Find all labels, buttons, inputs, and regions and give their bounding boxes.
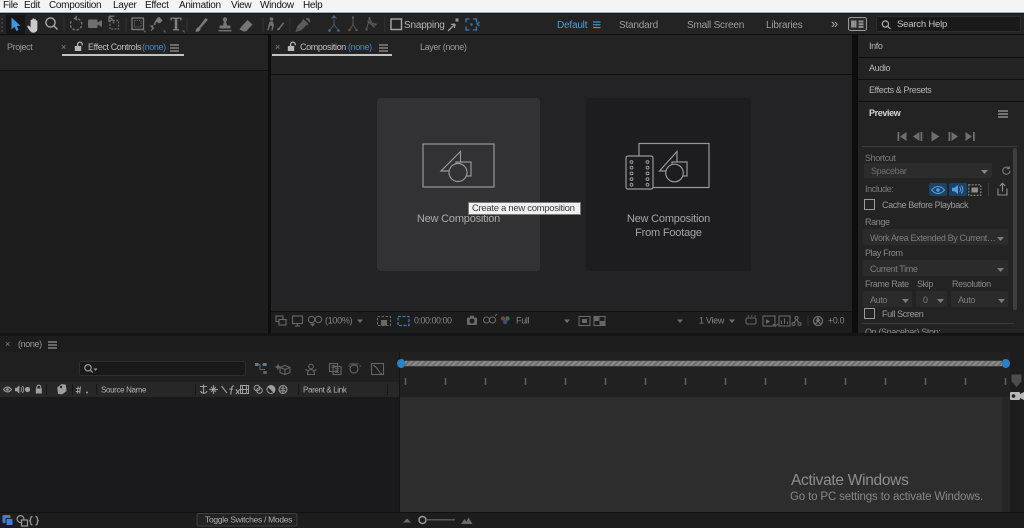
svg-text:Full: Full (516, 316, 530, 326)
svg-text:0:00:00:00: 0:00:00:00 (414, 316, 452, 326)
svg-text:Toggle Switches / Modes: Toggle Switches / Modes (205, 515, 292, 525)
svg-text:(100%): (100%) (325, 316, 353, 326)
svg-text:Parent & Link: Parent & Link (303, 386, 348, 395)
svg-text:1 View: 1 View (699, 316, 725, 326)
svg-text:Source Name: Source Name (101, 386, 147, 395)
svg-text:+0.0: +0.0 (828, 316, 845, 326)
